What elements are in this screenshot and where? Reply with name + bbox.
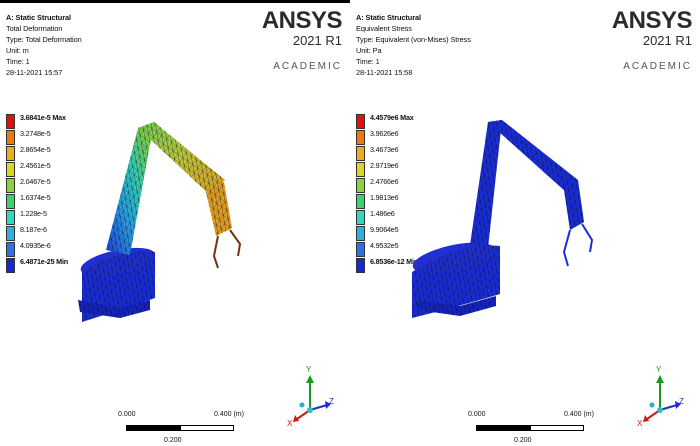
scale-label-start: 0.000 [468,411,486,418]
scale-bar-graphic [126,425,234,431]
scale-label-mid: 0.200 [164,437,182,444]
scale-label-mid: 0.200 [514,437,532,444]
viewport-equivalent-stress[interactable]: A: Static Structural Equivalent Stress T… [350,0,700,446]
scale-label-start: 0.000 [118,411,136,418]
base-cylinder [78,247,156,322]
axis-z-label: Z [329,397,334,406]
axis-y-label: Y [306,365,312,374]
axis-triad[interactable]: Y Z X [635,365,695,435]
base-cylinder [412,242,500,318]
axis-y-label: Y [656,365,662,374]
forearm [206,182,232,236]
lower-arm [106,122,154,255]
upper-arm [138,122,225,195]
lower-arm [470,120,502,248]
gripper [212,229,242,269]
upper-arm [488,120,578,192]
gripper [562,223,594,267]
axis-triad-icon [643,375,681,422]
scale-label-end: 0.400 (m) [564,411,594,418]
scale-bar: 0.000 0.400 (m) 0.200 [468,411,598,446]
scale-bar: 0.000 0.400 (m) 0.200 [118,411,248,446]
axis-x-label: X [637,419,643,428]
scale-bar-graphic [476,425,584,431]
axis-x-label: X [287,419,293,428]
axis-z-label: Z [679,397,684,406]
scale-label-end: 0.400 (m) [214,411,244,418]
axis-triad-icon [293,375,331,422]
axis-triad[interactable]: Y Z X [285,365,345,435]
viewport-total-deformation[interactable]: A: Static Structural Total Deformation T… [0,0,350,446]
